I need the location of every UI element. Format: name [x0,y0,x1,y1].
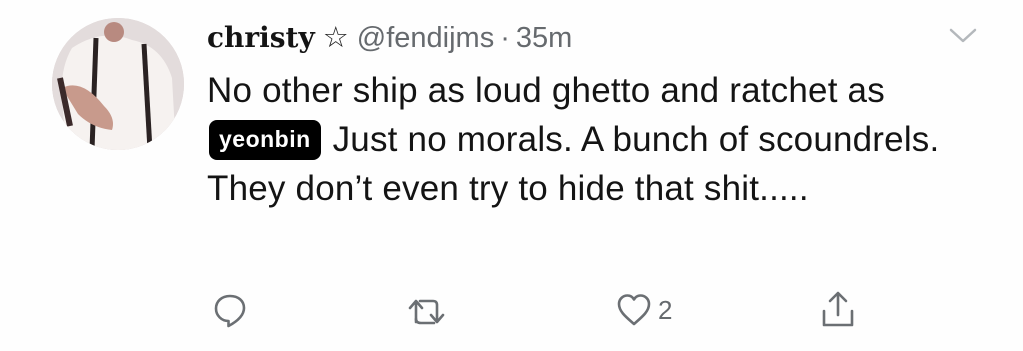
reply-button[interactable] [213,293,247,329]
redaction-label: yeonbin [209,120,321,160]
share-button[interactable] [820,290,856,330]
separator-dot: · [500,22,510,54]
star-icon: ☆ [322,22,349,54]
chevron-down-icon[interactable] [948,26,978,46]
avatar-image [52,18,184,150]
like-button[interactable]: 2 [616,293,672,327]
reply-icon [214,294,246,328]
heart-icon [617,294,651,326]
tweet-text-part-1: No other ship as loud ghetto and ratchet… [207,71,885,110]
timestamp[interactable]: 35m [516,22,572,55]
tweet-card[interactable]: christy ☆ @fendijms · 35m No other ship … [0,0,1023,351]
share-icon [822,291,854,327]
user-handle[interactable]: @fendijms [357,22,494,55]
display-name[interactable]: christy [207,21,315,54]
tweet-text: No other ship as loud ghetto and ratchet… [207,66,997,213]
like-count: 2 [658,294,673,325]
tweet-header: christy ☆ @fendijms · 35m [207,20,572,60]
retweet-button[interactable] [407,296,447,328]
avatar[interactable] [52,18,184,150]
retweet-icon [408,299,445,325]
tweet-actions: 2 [0,290,1023,334]
